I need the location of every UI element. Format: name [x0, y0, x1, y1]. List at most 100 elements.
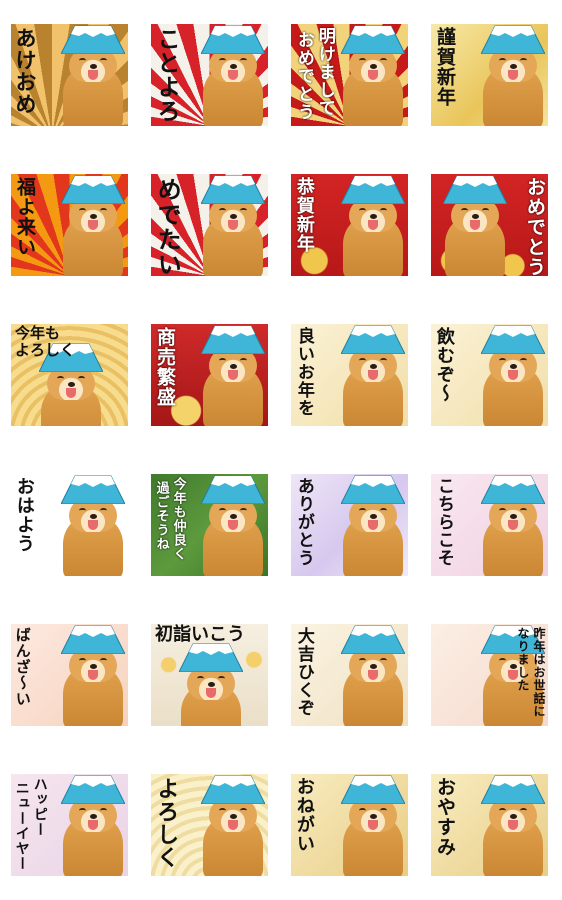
- sticker-tile[interactable]: ありがとう: [291, 474, 408, 576]
- sticker-caption: 今年も仲良く: [170, 477, 186, 561]
- shiba-dog-illustration: [481, 325, 545, 426]
- eye-icon: [240, 508, 247, 513]
- sticker-tile[interactable]: おはよう: [11, 474, 128, 576]
- shiba-dog-illustration: [481, 775, 545, 876]
- sticker-caption: ことよろ: [153, 27, 180, 123]
- sticker-tile[interactable]: 良いお年を: [291, 324, 408, 426]
- eye-icon: [79, 808, 86, 813]
- shiba-dog-illustration: [443, 175, 507, 276]
- sticker-caption: よろしく: [153, 777, 179, 869]
- sticker-grid: あけおめ ことよろ 明けまして おめでとう 謹賀新年福よ来い めでたい 恭賀新年 おめでとう今…: [0, 0, 562, 900]
- nose-icon: [370, 364, 377, 369]
- sticker-tile[interactable]: 商売繁盛: [151, 324, 268, 426]
- shiba-dog-illustration: [341, 625, 405, 726]
- shiba-dog-illustration: [61, 175, 125, 276]
- eye-icon: [380, 58, 387, 63]
- sticker-caption: ニューイヤー: [13, 781, 30, 871]
- nose-icon: [510, 364, 517, 369]
- mount-fuji-hat-icon: [341, 775, 405, 804]
- eye-icon: [359, 358, 366, 363]
- eye-icon: [79, 508, 86, 513]
- sticker-tile[interactable]: 昨年はお世話に なりました: [431, 624, 548, 726]
- sticker-caption: よろしく: [15, 341, 76, 359]
- sticker-tile[interactable]: よろしく: [151, 774, 268, 876]
- eye-icon: [240, 808, 247, 813]
- eye-icon: [240, 208, 247, 213]
- tongue-icon: [368, 70, 378, 80]
- eye-icon: [359, 508, 366, 513]
- nose-icon: [370, 664, 377, 669]
- sticker-caption: おやすみ: [433, 777, 456, 857]
- tongue-icon: [206, 688, 216, 698]
- sticker-caption: 初詣いこう: [155, 624, 245, 645]
- tongue-icon: [88, 220, 98, 230]
- sticker-caption: おめでとう: [293, 31, 314, 121]
- eye-icon: [461, 208, 468, 213]
- sticker-tile[interactable]: 今年も仲良く 過ごそうね: [151, 474, 268, 576]
- eye-icon: [100, 208, 107, 213]
- sticker-tile[interactable]: 謹賀新年: [431, 24, 548, 126]
- sticker-tile[interactable]: おめでとう: [431, 174, 548, 276]
- nose-icon: [230, 514, 237, 519]
- sticker-tile[interactable]: おねがい: [291, 774, 408, 876]
- sticker-tile[interactable]: ばんざ〜い: [11, 624, 128, 726]
- mount-fuji-hat-icon: [481, 775, 545, 804]
- shiba-dog-illustration: [341, 175, 405, 276]
- sticker-caption: めでたい: [153, 177, 182, 276]
- eye-icon: [240, 358, 247, 363]
- sticker-caption: 商売繁盛: [153, 327, 176, 407]
- eye-icon: [380, 808, 387, 813]
- mount-fuji-hat-icon: [61, 775, 125, 804]
- sticker-tile[interactable]: あけおめ: [11, 24, 128, 126]
- sticker-tile[interactable]: ことよろ: [151, 24, 268, 126]
- nose-icon: [510, 514, 517, 519]
- mount-fuji-hat-icon: [201, 475, 265, 504]
- sticker-tile[interactable]: ハッピー ニューイヤー: [11, 774, 128, 876]
- sticker-tile[interactable]: 飲むぞ〜: [431, 324, 548, 426]
- eye-icon: [499, 658, 506, 663]
- sticker-caption: なりました: [516, 627, 530, 692]
- mount-fuji-hat-icon: [341, 625, 405, 654]
- sticker-caption: おめでとう: [524, 177, 546, 276]
- mount-fuji-hat-icon: [341, 325, 405, 354]
- tongue-icon: [508, 70, 518, 80]
- sticker-tile[interactable]: 大吉ひくぞ: [291, 624, 408, 726]
- eye-icon: [499, 58, 506, 63]
- shiba-dog-illustration: [61, 625, 125, 726]
- eye-icon: [240, 58, 247, 63]
- nose-icon: [230, 364, 237, 369]
- eye-icon: [359, 208, 366, 213]
- shiba-dog-illustration: [201, 775, 265, 876]
- tongue-icon: [228, 220, 238, 230]
- mount-fuji-hat-icon: [61, 475, 125, 504]
- nose-icon: [230, 814, 237, 819]
- tongue-icon: [368, 820, 378, 830]
- sticker-tile[interactable]: 福よ来い: [11, 174, 128, 276]
- sticker-tile[interactable]: こちらこそ: [431, 474, 548, 576]
- tongue-icon: [470, 220, 480, 230]
- sticker-tile[interactable]: 恭賀新年: [291, 174, 408, 276]
- sticker-caption: 今年も: [15, 324, 61, 342]
- mount-fuji-hat-icon: [481, 475, 545, 504]
- sticker-caption: 過ごそうね: [153, 481, 169, 551]
- tongue-icon: [228, 70, 238, 80]
- nose-icon: [472, 214, 479, 219]
- tongue-icon: [88, 670, 98, 680]
- nose-icon: [370, 514, 377, 519]
- sticker-tile[interactable]: 今年も よろしく: [11, 324, 128, 426]
- sticker-caption: ハッピー: [31, 777, 48, 837]
- shiba-dog-illustration: [61, 775, 125, 876]
- eye-icon: [520, 808, 527, 813]
- tongue-icon: [368, 670, 378, 680]
- mount-fuji-hat-icon: [201, 25, 265, 54]
- nose-icon: [510, 64, 517, 69]
- sticker-tile[interactable]: おやすみ: [431, 774, 548, 876]
- eye-icon: [100, 58, 107, 63]
- tongue-icon: [368, 370, 378, 380]
- sticker-tile[interactable]: めでたい: [151, 174, 268, 276]
- nose-icon: [510, 814, 517, 819]
- eye-icon: [219, 808, 226, 813]
- tongue-icon: [88, 70, 98, 80]
- sticker-tile[interactable]: 明けまして おめでとう: [291, 24, 408, 126]
- sticker-tile[interactable]: 初詣いこう: [151, 624, 268, 726]
